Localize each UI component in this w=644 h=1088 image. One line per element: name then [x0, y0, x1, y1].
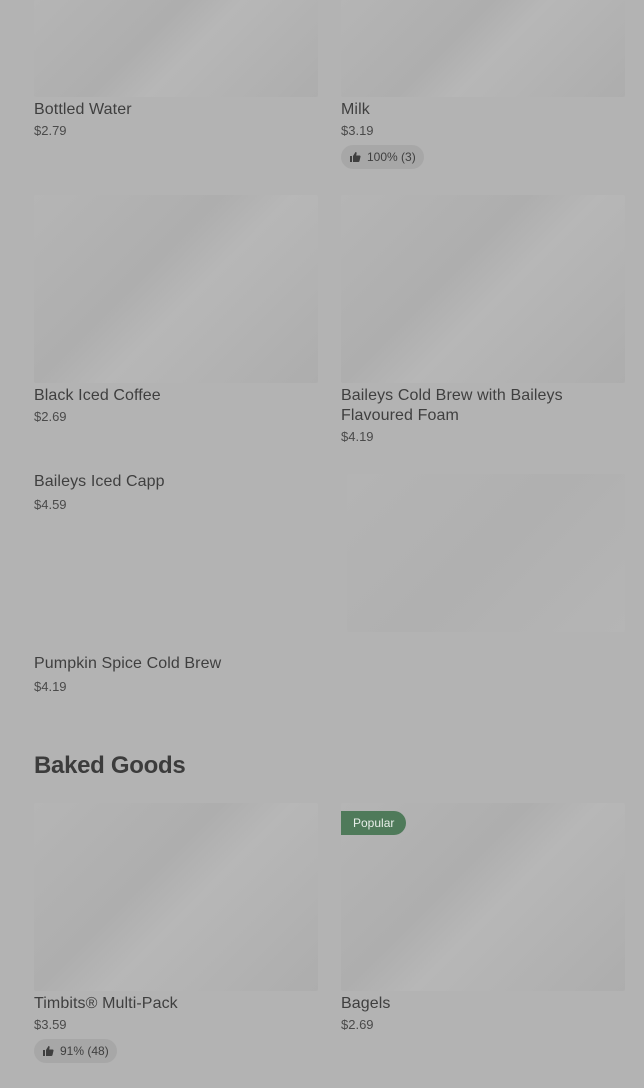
item-price: $2.69: [34, 409, 67, 424]
item-price: $4.59: [34, 497, 67, 512]
item-image: [341, 0, 625, 97]
section-title-baked-goods: Baked Goods: [34, 752, 186, 779]
rating-text: 91% (48): [60, 1044, 109, 1058]
menu-item-baileys-iced-capp[interactable]: Baileys Iced Capp $4.59: [34, 472, 318, 513]
item-name: Black Iced Coffee: [34, 387, 161, 404]
item-image-placeholder: [347, 474, 625, 632]
popular-badge: Popular: [341, 811, 407, 835]
item-name: Bagels: [341, 995, 391, 1012]
menu-item-bottled-water[interactable]: Bottled Water $2.79: [34, 0, 318, 139]
menu-item-baileys-cold-brew[interactable]: Baileys Cold Brew with Baileys Flavoured…: [341, 195, 625, 445]
item-image: Popular: [341, 803, 625, 991]
item-name: Timbits® Multi-Pack: [34, 995, 178, 1012]
rating-text: 100% (3): [367, 150, 416, 164]
menu-item-bagels[interactable]: Popular Bagels $2.69: [341, 803, 625, 1033]
rating-badge: 91% (48): [34, 1039, 117, 1063]
item-price: $3.59: [34, 1017, 67, 1032]
menu-item-timbits-multi-pack[interactable]: Timbits® Multi-Pack $3.59 91% (48): [34, 803, 318, 1063]
thumbs-up-icon: [350, 152, 361, 162]
rating-badge: 100% (3): [341, 145, 424, 169]
item-name: Baileys Iced Capp: [34, 473, 165, 490]
item-image: [34, 0, 318, 97]
item-price: $2.79: [34, 123, 67, 138]
item-price: $4.19: [34, 679, 67, 694]
item-name: Bottled Water: [34, 101, 132, 118]
item-price: $3.19: [341, 123, 374, 138]
item-price: $2.69: [341, 1017, 374, 1032]
item-image: [34, 195, 318, 383]
item-image: [341, 195, 625, 383]
menu-item-black-iced-coffee[interactable]: Black Iced Coffee $2.69: [34, 195, 318, 425]
menu-item-milk[interactable]: Milk $3.19 100% (3): [341, 0, 625, 169]
thumbs-up-icon: [43, 1046, 54, 1056]
item-price: $4.19: [341, 429, 374, 444]
menu-item-pumpkin-spice-cold-brew[interactable]: Pumpkin Spice Cold Brew $4.19: [34, 654, 318, 695]
item-name: Baileys Cold Brew with Baileys Flavoured…: [341, 387, 563, 424]
item-name: Pumpkin Spice Cold Brew: [34, 655, 222, 672]
item-name: Milk: [341, 101, 370, 118]
item-image: [34, 803, 318, 991]
